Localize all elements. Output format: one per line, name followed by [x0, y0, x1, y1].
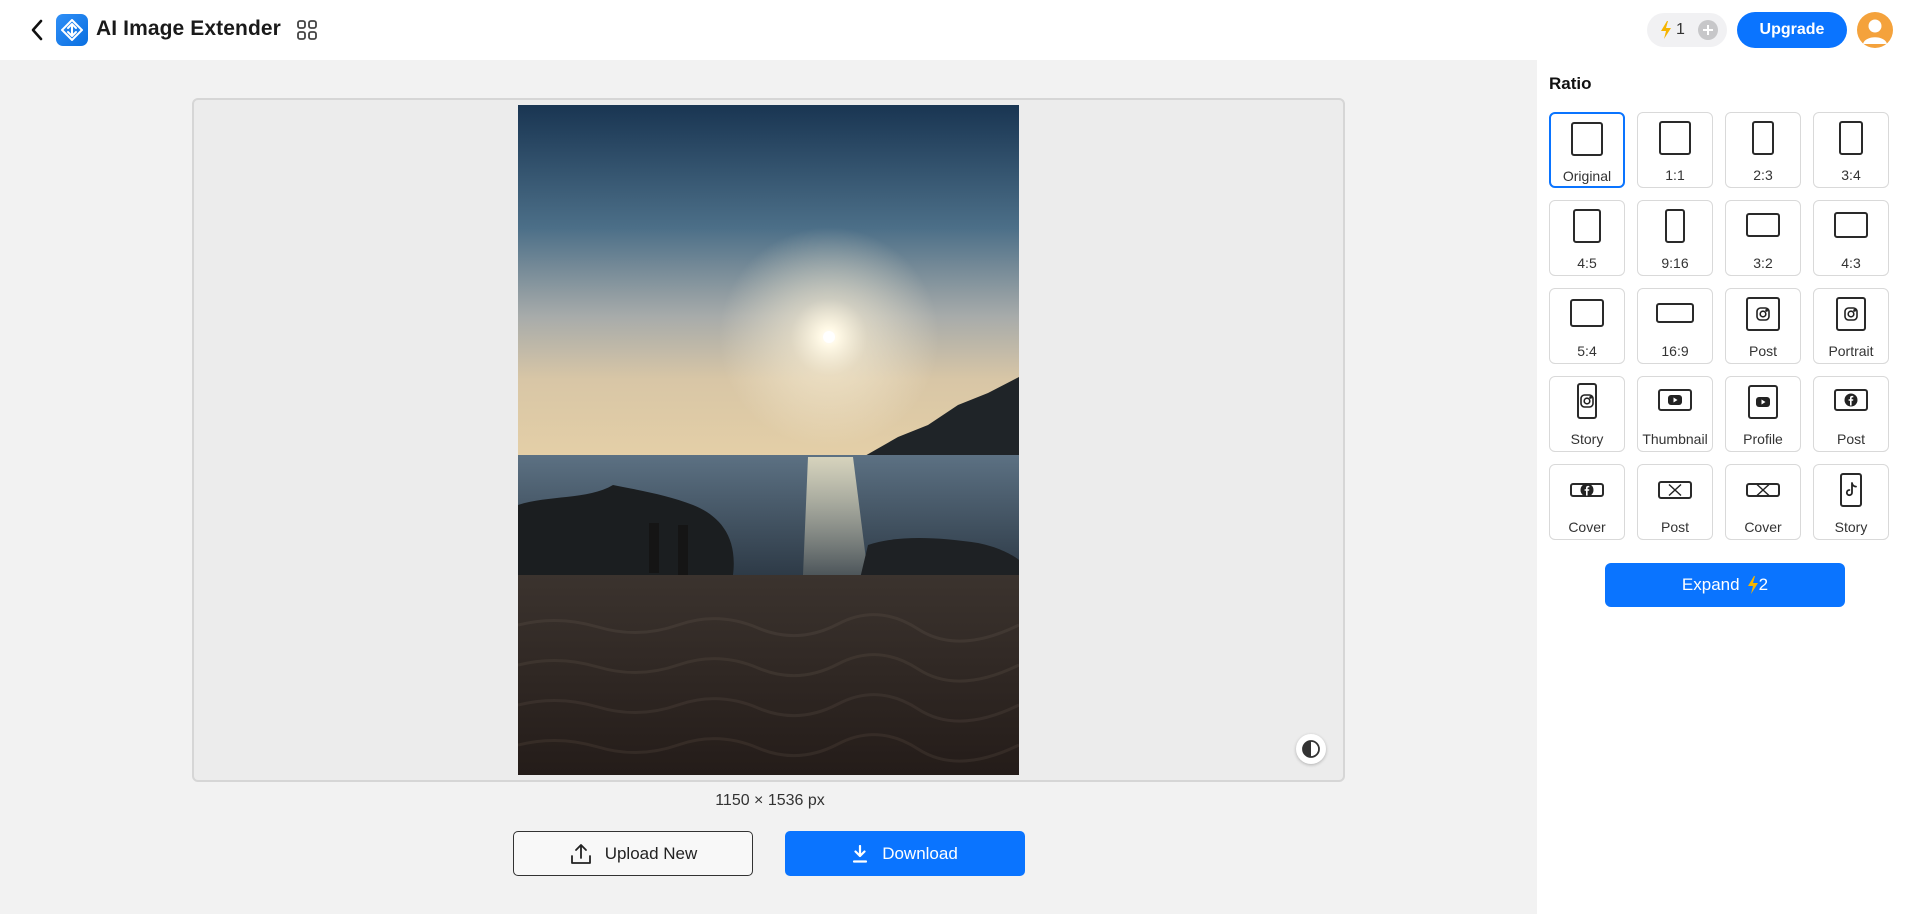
ratio-option[interactable]: Profile [1725, 376, 1801, 452]
ratio-option-label: 4:3 [1841, 255, 1861, 271]
ratio-option[interactable]: 9:16 [1637, 200, 1713, 276]
ratio-9-16-icon [1665, 209, 1685, 243]
ratio-option[interactable]: 3:2 [1725, 200, 1801, 276]
x-icon [1658, 481, 1692, 499]
apps-grid-icon[interactable] [295, 18, 319, 42]
ratio-option-label: Portrait [1828, 343, 1874, 359]
ratio-3-4-icon [1839, 121, 1863, 155]
app-title: AI Image Extender [96, 17, 281, 40]
ratio-option[interactable]: 3:4 [1813, 112, 1889, 188]
ratio-option[interactable]: Post [1725, 288, 1801, 364]
original-icon [1571, 122, 1603, 156]
youtube-icon [1658, 389, 1692, 411]
ratio-option-label: Story [1570, 431, 1604, 447]
ratio-16-9-icon [1656, 303, 1694, 323]
ratio-option-label: Thumbnail [1642, 431, 1708, 447]
facebook-icon [1570, 483, 1604, 497]
ratio-2-3-icon [1752, 121, 1774, 155]
ratio-option-label: 9:16 [1661, 255, 1689, 271]
x-icon [1746, 483, 1780, 497]
ratio-option-label: Cover [1744, 519, 1782, 535]
instagram-icon [1746, 297, 1780, 331]
ratio-option[interactable]: 1:1 [1637, 112, 1713, 188]
ratio-option-label: Cover [1568, 519, 1606, 535]
avatar[interactable] [1857, 12, 1893, 48]
ratio-1-1-icon [1659, 121, 1691, 155]
ratio-option[interactable]: Cover [1549, 464, 1625, 540]
top-bar: AI Image Extender 1 Upgrade [0, 0, 1912, 60]
ratio-option[interactable]: Thumbnail [1637, 376, 1713, 452]
ratio-heading: Ratio [1549, 74, 1592, 93]
download-label: Download [882, 843, 958, 863]
app-logo-icon [56, 14, 88, 46]
ratio-option[interactable]: 4:3 [1813, 200, 1889, 276]
download-icon [853, 844, 868, 863]
ratio-option[interactable]: 5:4 [1549, 288, 1625, 364]
tiktok-icon [1840, 473, 1862, 507]
credits-count: 1 [1676, 21, 1685, 38]
ratio-option-label: 16:9 [1661, 343, 1689, 359]
upload-new-label: Upload New [604, 843, 698, 863]
ratio-option[interactable]: Post [1813, 376, 1889, 452]
ratio-3-2-icon [1746, 213, 1780, 237]
ratio-4-3-icon [1834, 212, 1868, 238]
instagram-icon [1836, 297, 1866, 331]
preview-image [518, 105, 1019, 775]
ratio-option-label: Post [1748, 343, 1777, 359]
credits-balance: 1 [1647, 13, 1727, 47]
bolt-icon [1661, 21, 1671, 39]
ratio-option-label: 3:4 [1841, 167, 1861, 183]
ratio-4-5-icon [1573, 209, 1601, 243]
ratio-option-label: Original [1562, 168, 1612, 184]
back-icon[interactable] [24, 16, 50, 44]
ratio-option[interactable]: 4:5 [1549, 200, 1625, 276]
ratio-option-label: 4:5 [1577, 255, 1597, 271]
expand-label: Expand [1681, 575, 1740, 594]
compare-toggle-icon[interactable] [1296, 734, 1326, 764]
upload-icon [570, 843, 591, 864]
ratio-option[interactable]: Story [1813, 464, 1889, 540]
download-button[interactable]: Download [785, 831, 1025, 876]
ratio-option[interactable]: 16:9 [1637, 288, 1713, 364]
ratio-5-4-icon [1570, 299, 1604, 327]
ratio-option-label: 2:3 [1753, 167, 1773, 183]
ratio-option[interactable]: Cover [1725, 464, 1801, 540]
ratio-option-label: Profile [1743, 431, 1783, 447]
bolt-icon [1747, 576, 1758, 594]
expand-cost: 2 [1758, 575, 1769, 594]
ratio-option-label: Post [1660, 519, 1689, 535]
ratio-option[interactable]: Portrait [1813, 288, 1889, 364]
ratio-option[interactable]: Story [1549, 376, 1625, 452]
upload-new-button[interactable]: Upload New [513, 831, 753, 876]
image-dimensions: 1150 × 1536 px [715, 792, 825, 809]
ratio-option-label: 5:4 [1577, 343, 1597, 359]
instagram-icon [1577, 383, 1597, 419]
youtube-icon [1748, 385, 1778, 419]
ratio-option[interactable]: Post [1637, 464, 1713, 540]
ratio-option-label: Post [1836, 431, 1865, 447]
ratio-option-label: Story [1834, 519, 1868, 535]
facebook-icon [1834, 389, 1868, 411]
upgrade-button[interactable]: Upgrade [1737, 12, 1847, 48]
expand-button[interactable]: Expand 2 [1605, 563, 1845, 607]
add-credits-icon[interactable] [1698, 20, 1718, 40]
ratio-option-label: 3:2 [1753, 255, 1773, 271]
ratio-option[interactable]: Original [1549, 112, 1625, 188]
ratio-option-label: 1:1 [1665, 167, 1685, 183]
ratio-option[interactable]: 2:3 [1725, 112, 1801, 188]
